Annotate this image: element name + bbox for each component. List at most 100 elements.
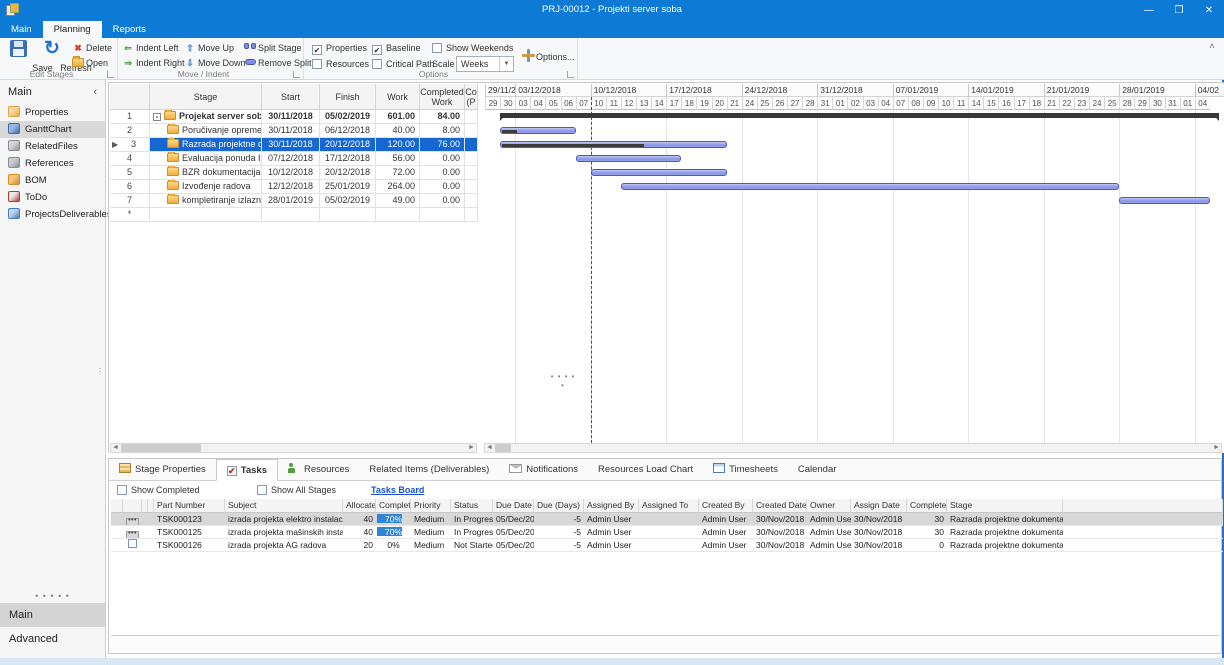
stage-table-header-stage[interactable]: Stage [150,84,262,110]
move-up-button[interactable]: ⇧Move Up [184,41,234,56]
task-header-subject[interactable]: Subject [225,499,343,513]
task-cell-owner[interactable]: Admin User [807,526,851,539]
stage-cell-co[interactable] [465,110,478,124]
stage-cell-stage[interactable]: kompletiranje izlazne doku... [150,194,262,208]
stage-cell-start[interactable]: 28/01/2019 [262,194,320,208]
options-dialog-launcher-icon[interactable] [567,71,574,78]
task-header-assigned_to[interactable]: Assigned To [639,499,699,513]
stage-cell-finish[interactable]: 17/12/2018 [320,152,376,166]
task-cell-subject[interactable]: izrada projekta mašinskih instalacija [225,526,343,539]
task-cell-fill[interactable] [1063,513,1223,526]
stage-cell-co[interactable] [465,124,478,138]
stage-cell-work[interactable] [376,208,420,222]
scrollbar-thumb[interactable] [495,444,511,452]
sidebar-splitter-grip[interactable]: ⋮ [96,370,104,374]
ribbon-checkbox-show-weekends[interactable]: Show Weekends [432,42,513,56]
task-bar[interactable] [500,127,576,134]
stage-cell-stage[interactable]: Izvođenje radova [150,180,262,194]
stage-cell-co[interactable] [465,166,478,180]
maximize-button[interactable]: ❐ [1164,0,1194,21]
task-header-created_date[interactable]: Created Date [753,499,807,513]
task-bar[interactable] [591,169,727,176]
sidebar-item-properties[interactable]: Properties [0,104,105,121]
task-header-owner[interactable]: Owner [807,499,851,513]
task-header-created_by[interactable]: Created By [699,499,753,513]
stage-cell-co[interactable] [465,208,478,222]
task-cell-icon[interactable]: ••• [123,513,142,526]
task-cell-created_by[interactable]: Admin User [699,526,753,539]
stage-cell-stage[interactable]: Poručivanje opreme [150,124,262,138]
task-checkbox-icon[interactable] [128,539,137,548]
stage-cell-completed[interactable]: 84.00 [420,110,465,124]
stage-cell-work[interactable]: 120.00 [376,138,420,152]
bottom-tab-timesheets[interactable]: Timesheets [703,459,788,481]
stage-cell-stage[interactable]: Razrada projektne dokume... [150,138,262,152]
stage-table-header-finish[interactable]: Finish [320,84,376,110]
task-cell-priority[interactable]: Medium [411,539,451,552]
stage-cell-start[interactable]: 30/11/2018 [262,124,320,138]
task-cell-due_date[interactable]: 05/Dec/2018 [493,526,534,539]
stage-cell-num[interactable]: 4 [110,152,150,166]
stage-cell-completed[interactable]: 8.00 [420,124,465,138]
task-cell-alloc[interactable]: 40 [343,513,376,526]
stage-cell-start[interactable]: 30/11/2018 [262,110,320,124]
stage-cell-stage[interactable]: BZR dokumentacija [150,166,262,180]
ribbon-tab-reports[interactable]: Reports [102,21,157,38]
stage-cell-work[interactable]: 49.00 [376,194,420,208]
stage-cell-num[interactable]: 7 [110,194,150,208]
task-cell-assigned_by[interactable]: Admin User [584,539,639,552]
stage-cell-start[interactable]: 10/12/2018 [262,166,320,180]
task-cell-complete[interactable]: 0% [376,539,411,552]
ribbon-tab-main[interactable]: Main [0,21,43,38]
sidebar-item-references[interactable]: References [0,155,105,172]
task-cell-part[interactable]: TSK000125 [154,526,225,539]
stage-cell-num[interactable]: ▶3 [110,138,150,152]
task-cell-subject[interactable]: izrada projekta AG radova [225,539,343,552]
scroll-right-icon[interactable]: ► [1212,444,1221,452]
sidebar-item-relatedfiles[interactable]: RelatedFiles [0,138,105,155]
task-header-icon[interactable] [123,499,142,513]
stage-cell-work[interactable]: 56.00 [376,152,420,166]
task-cell-fill[interactable] [1063,539,1223,552]
stage-cell-completed[interactable] [420,208,465,222]
stage-table-header-completed[interactable]: Completed Work [420,84,465,110]
task-cell-created_date[interactable]: 30/Nov/2018 [753,513,807,526]
stage-cell-num[interactable]: 6 [110,180,150,194]
stage-cell-stage[interactable]: Evaluacija ponuda I izbor p... [150,152,262,166]
bottom-tab-resources-load-chart[interactable]: Resources Load Chart [588,459,703,481]
task-cell-icon[interactable]: ••• [123,526,142,539]
task-note-icon[interactable]: ••• [126,531,139,539]
collapse-icon[interactable]: - [153,113,161,121]
task-cell-icon[interactable] [123,539,142,552]
scroll-right-icon[interactable]: ► [467,444,476,452]
stage-table-header-start[interactable]: Start [262,84,320,110]
chart-hscrollbar[interactable]: ◄ ► [484,443,1222,453]
delete-button[interactable]: ✖Delete [72,41,112,56]
task-cell-due_date[interactable]: 05/Dec/2018 [493,539,534,552]
task-cell-completed[interactable]: 0 [907,539,947,552]
stage-cell-work[interactable]: 264.00 [376,180,420,194]
bottom-tab-resources[interactable]: Resources [278,459,359,481]
sidebar-item-ganttchart[interactable]: GanttChart [0,121,105,138]
stage-cell-num[interactable]: * [110,208,150,222]
task-cell-owner[interactable]: Admin User [807,539,851,552]
scroll-left-icon[interactable]: ◄ [485,444,494,452]
stage-cell-start[interactable] [262,208,320,222]
task-cell-status[interactable]: Not Started [451,539,493,552]
task-cell-assigned_to[interactable] [639,513,699,526]
task-header-ind[interactable] [111,499,123,513]
stage-cell-finish[interactable]: 05/02/2019 [320,194,376,208]
move-indent-dialog-launcher-icon[interactable] [293,71,300,78]
stage-cell-finish[interactable]: 06/12/2018 [320,124,376,138]
task-cell-fill[interactable] [1063,526,1223,539]
task-cell-priority[interactable]: Medium [411,513,451,526]
summary-bar[interactable] [500,113,1219,118]
stage-table-header-num[interactable] [110,84,150,110]
bottom-tab-stage-properties[interactable]: Stage Properties [109,459,216,481]
task-cell-priority[interactable]: Medium [411,526,451,539]
stage-table-hscrollbar[interactable]: ◄ ► [110,443,477,453]
stage-cell-co[interactable] [465,194,478,208]
ribbon-tab-planning[interactable]: Planning [43,21,102,38]
stage-cell-num[interactable]: 5 [110,166,150,180]
task-cell-status[interactable]: In Progress [451,526,493,539]
